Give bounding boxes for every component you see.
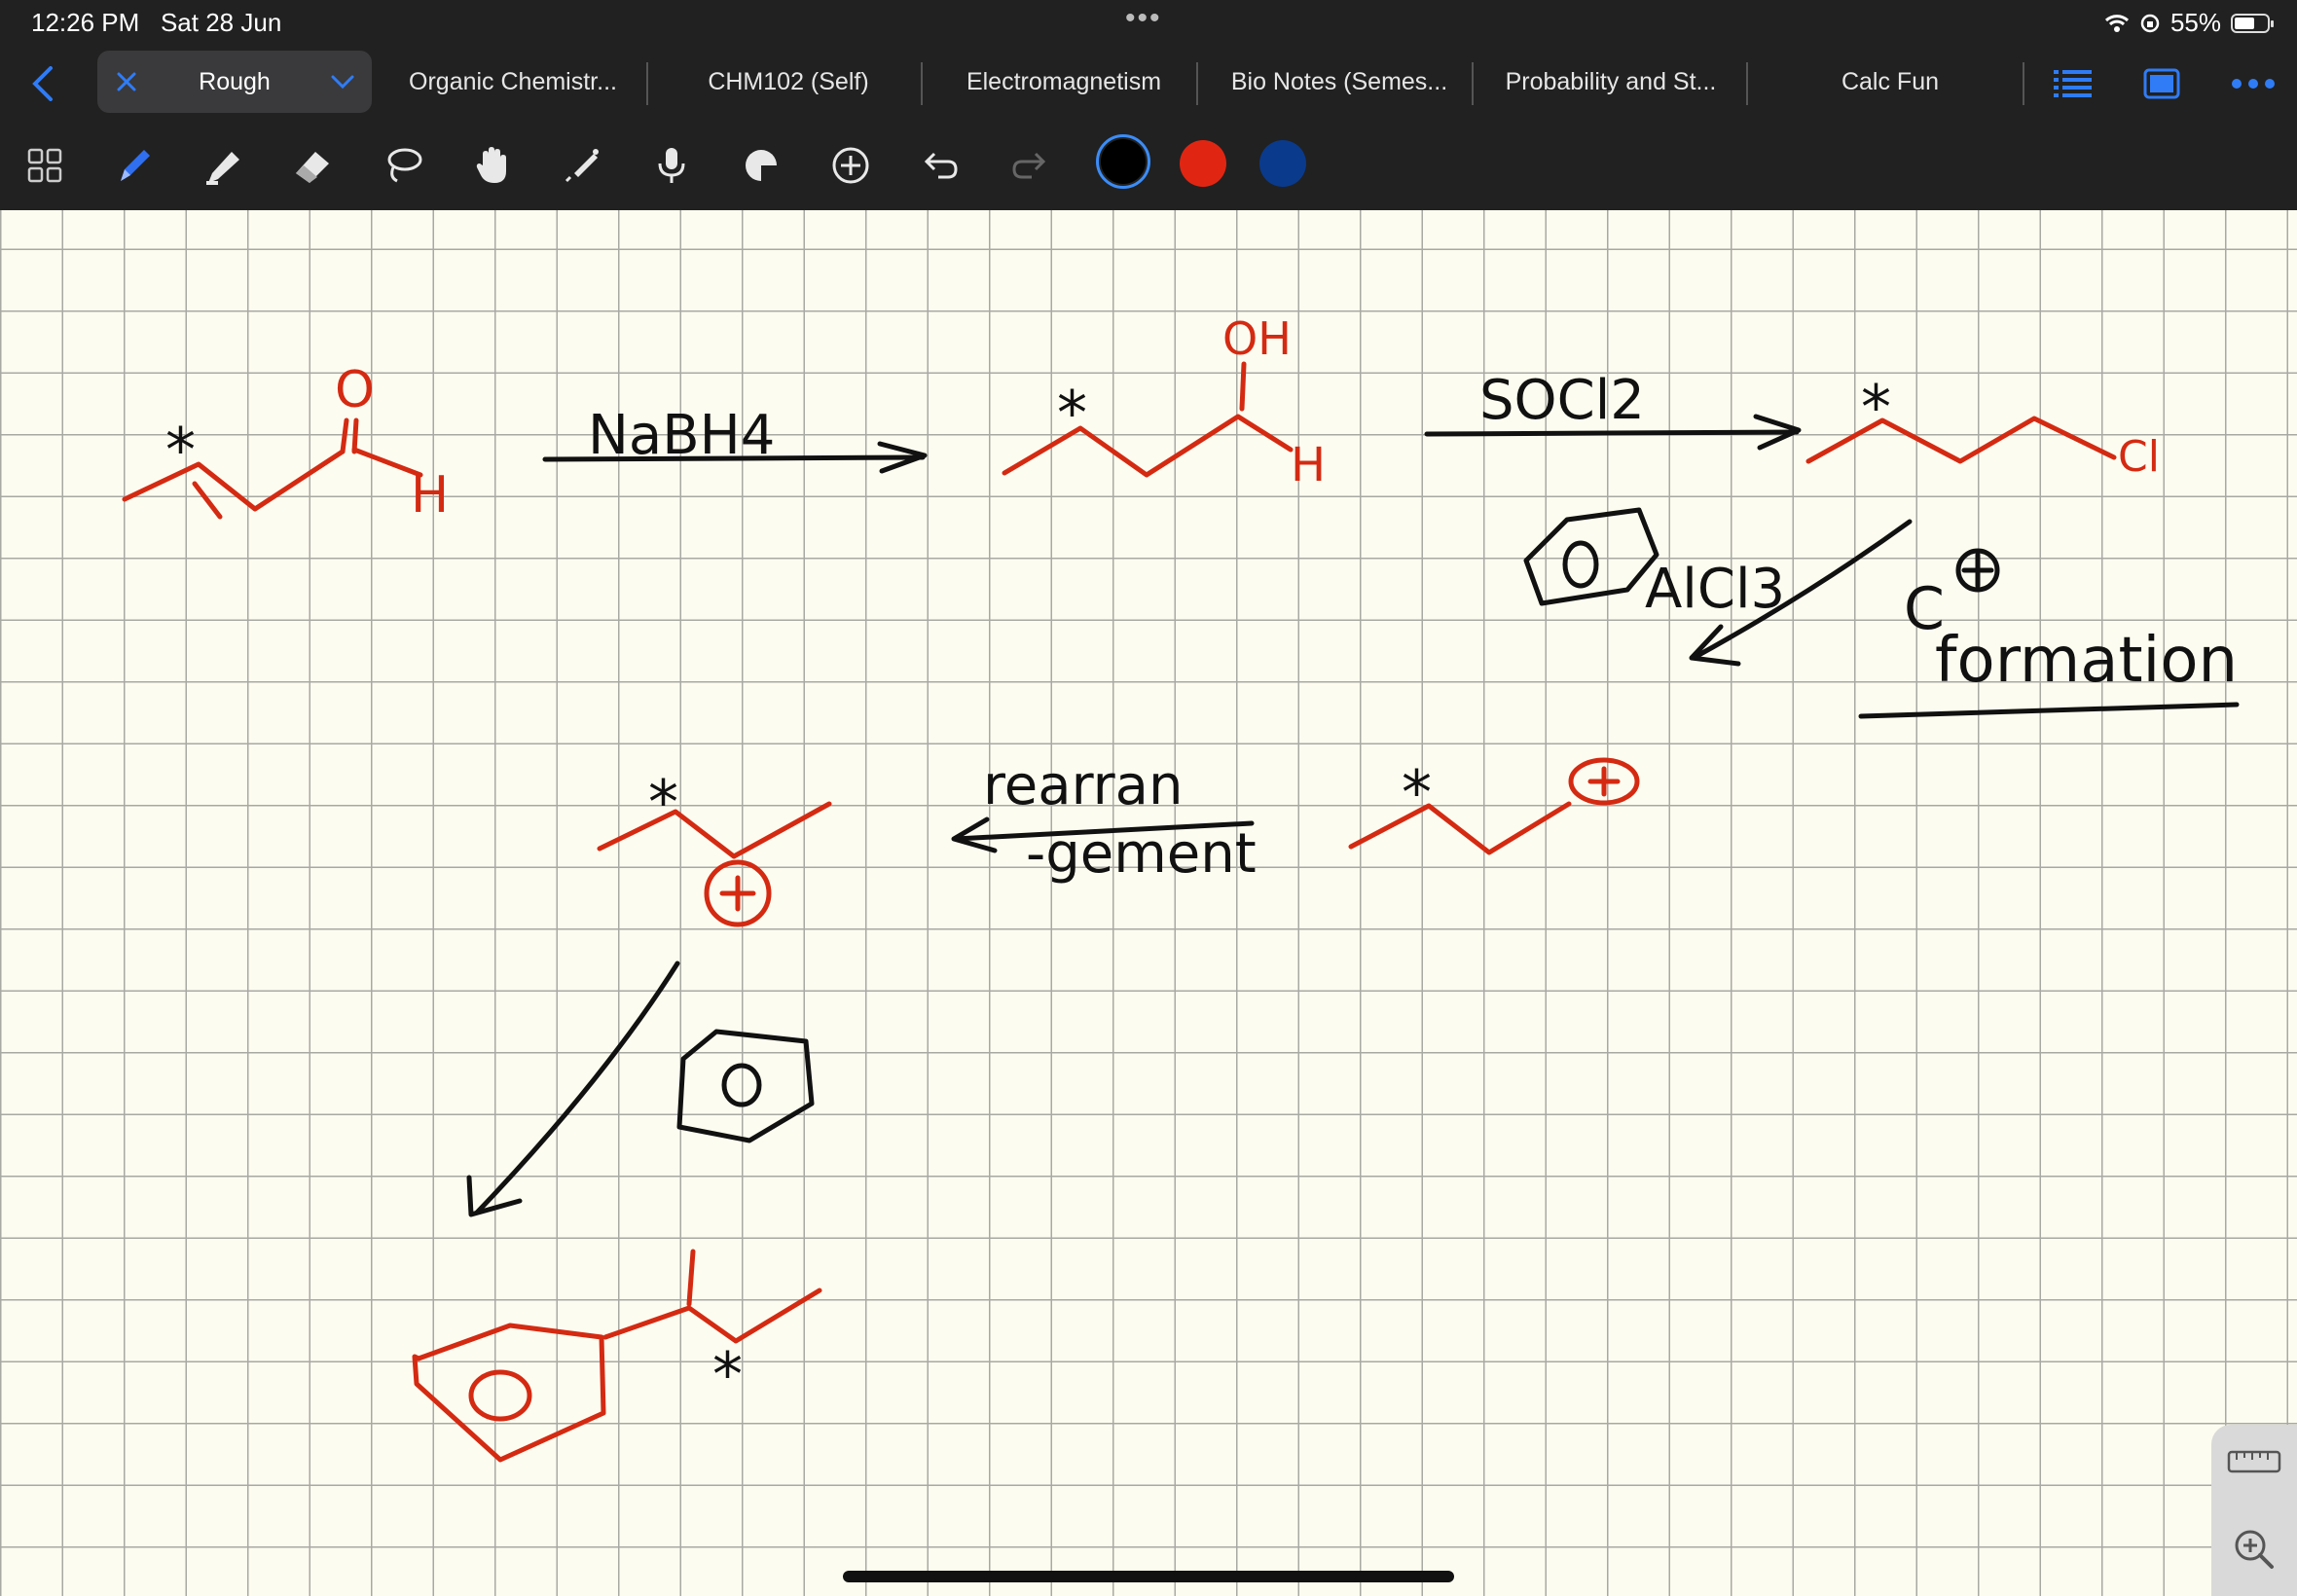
benzene-reagent (1523, 507, 1659, 606)
hand-icon[interactable] (461, 128, 524, 202)
outline-list-icon[interactable] (2054, 68, 2093, 99)
reagent-nabh4: NaBH4 (588, 404, 775, 467)
chlorine-label: Cl (2118, 432, 2160, 482)
tab-divider (1196, 62, 1198, 105)
tab-electromagnetism[interactable]: Electromagnetism (934, 51, 1193, 113)
alcohol-molecule: OH H (1002, 312, 1326, 492)
benzene-reagent-2 (466, 961, 815, 1217)
tab-divider (646, 62, 648, 105)
back-icon[interactable] (29, 66, 56, 101)
hydroxyl-label: OH (1222, 312, 1292, 365)
document-tabs: Rough Organic Chemistr... CHM102 (Self) … (0, 51, 2297, 117)
orientation-lock-icon (2140, 14, 2160, 32)
chevron-down-icon[interactable] (331, 74, 354, 90)
tab-divider (1472, 62, 1474, 105)
zoom-in-icon[interactable] (2233, 1528, 2276, 1571)
microphone-icon[interactable] (640, 128, 703, 202)
alkylbenzene-product (412, 1249, 822, 1463)
shapes-icon[interactable] (730, 128, 792, 202)
stereocenter-star: * (165, 415, 196, 486)
color-swatch-red[interactable] (1180, 140, 1226, 187)
add-icon[interactable] (820, 128, 882, 202)
status-date: Sat 28 Jun (160, 8, 282, 37)
battery-percent: 55% (2169, 8, 2221, 37)
redo-icon[interactable] (999, 128, 1061, 202)
stereocenter-star-6: * (712, 1339, 743, 1410)
lasso-icon[interactable] (372, 128, 434, 202)
lewis-acid-alcl3: AlCl3 (1645, 558, 1785, 621)
highlighter-icon[interactable] (193, 128, 255, 202)
rearrangement-label-top: rearran (983, 754, 1183, 817)
rearrangement-label-bottom: -gement (1026, 822, 1257, 886)
tab-rough[interactable]: Rough (97, 51, 372, 113)
eraser-icon[interactable] (282, 128, 345, 202)
stereocenter-star-3: * (1861, 372, 1891, 443)
tab-organic-chemistry[interactable]: Organic Chemistr... (389, 51, 637, 113)
hydrogen-label-2: H (1291, 438, 1326, 492)
laser-pointer-icon[interactable] (551, 128, 613, 202)
ruler-icon[interactable] (2227, 1450, 2281, 1473)
tab-bio-notes[interactable]: Bio Notes (Semes... (1207, 51, 1472, 113)
note-canvas[interactable]: O H * NaBH4 OH H * SOCl2 Cl * AlCl3 C fo… (0, 210, 2297, 1596)
tab-divider (1746, 62, 1748, 105)
secondary-carbocation (597, 801, 832, 927)
tab-calc-fun[interactable]: Calc Fun (1752, 51, 2028, 113)
status-time: 12:26 PM (31, 8, 140, 37)
wifi-icon (2104, 14, 2129, 32)
drawing-toolbar (0, 128, 2297, 202)
status-time-date: 12:26 PM Sat 28 Jun (31, 8, 281, 38)
tab-divider (2023, 62, 2024, 105)
oxygen-label: O (335, 361, 375, 419)
stereocenter-star-4: * (1402, 757, 1432, 828)
pen-tool-icon[interactable] (103, 128, 165, 202)
hydrogen-label: H (411, 466, 449, 525)
color-swatch-black[interactable] (1101, 139, 1146, 184)
primary-carbocation (1348, 757, 1640, 855)
handwritten-ink: O H * NaBH4 OH H * SOCl2 Cl * AlCl3 C fo… (122, 312, 2240, 1463)
multitasking-dots[interactable]: ••• (1125, 2, 1162, 35)
stereocenter-star-5: * (648, 767, 678, 838)
more-options-icon[interactable] (2231, 78, 2276, 90)
stereocenter-star-2: * (1057, 378, 1087, 449)
status-right: 55% (2104, 8, 2274, 38)
home-indicator[interactable] (843, 1571, 1454, 1582)
side-tool-panel (2211, 1425, 2297, 1596)
tab-chm102[interactable]: CHM102 (Self) (662, 51, 915, 113)
battery-icon (2231, 13, 2274, 33)
page-view-icon[interactable] (2143, 68, 2180, 99)
tab-probability[interactable]: Probability and St... (1479, 51, 1742, 113)
reagent-socl2: SOCl2 (1479, 369, 1645, 432)
color-swatch-blue[interactable] (1259, 140, 1306, 187)
grid-view-icon[interactable] (14, 128, 76, 202)
top-bar: 12:26 PM Sat 28 Jun ••• 55% Rough Organi… (0, 0, 2297, 210)
note-formation: formation (1935, 625, 2238, 697)
tab-divider (921, 62, 923, 105)
undo-icon[interactable] (909, 128, 971, 202)
